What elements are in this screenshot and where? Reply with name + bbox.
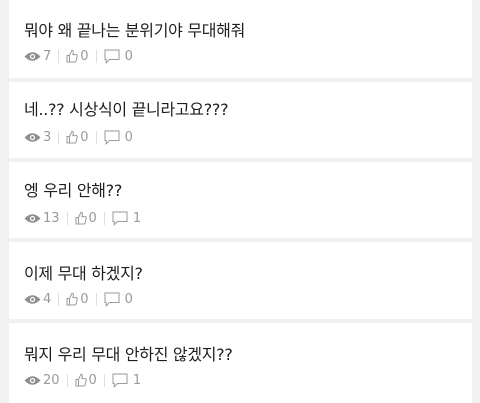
- like-button[interactable]: 0: [75, 373, 97, 388]
- divider: [58, 292, 60, 306]
- post-title[interactable]: 이제 무대 하겠지?: [24, 260, 143, 284]
- like-button[interactable]: 0: [66, 48, 89, 64]
- divider: [95, 292, 97, 306]
- post-meta: 3 0 0: [24, 128, 133, 146]
- post-meta: 7 0 0: [24, 47, 133, 65]
- thumbs-up-icon: [66, 130, 79, 144]
- comment-button[interactable]: 1: [112, 211, 141, 226]
- view-count: 3: [24, 130, 51, 145]
- comment-count-value: 0: [124, 129, 133, 145]
- post-title[interactable]: 뭐지 우리 무대 안하진 않겠지??: [24, 341, 233, 365]
- post-meta: 20 0 1: [24, 371, 141, 389]
- thumbs-up-icon: [75, 211, 87, 225]
- view-count-value: 13: [43, 210, 60, 226]
- post-meta: 4 0 0: [24, 290, 133, 308]
- view-count: 7: [24, 49, 51, 64]
- comment-button[interactable]: 1: [112, 373, 141, 388]
- post-title[interactable]: 네..?? 시상식이 끝니라고요???: [24, 96, 229, 120]
- comment-icon: [112, 211, 128, 226]
- like-button[interactable]: 0: [66, 291, 89, 307]
- like-count-value: 0: [88, 210, 97, 226]
- like-button[interactable]: 0: [75, 211, 97, 226]
- view-count-value: 7: [43, 48, 52, 64]
- post-card[interactable]: 뭐지 우리 무대 안하진 않겠지?? 20 0 1: [9, 323, 472, 403]
- comment-count-value: 1: [132, 372, 142, 388]
- post-card[interactable]: 뭐야 왜 끝나는 분위기야 무대해줘 7 0 0: [9, 0, 472, 78]
- post-card[interactable]: 네..?? 시상식이 끝니라고요??? 3 0 0: [9, 82, 472, 158]
- comment-icon: [104, 49, 120, 64]
- thumbs-up-icon: [66, 49, 79, 63]
- view-count: 13: [24, 211, 60, 226]
- comment-icon: [104, 292, 120, 307]
- eye-icon: [24, 51, 41, 61]
- comment-button[interactable]: 0: [104, 49, 133, 64]
- post-title[interactable]: 뭐야 왜 끝나는 분위기야 무대해줘: [24, 17, 245, 41]
- divider: [66, 211, 68, 225]
- post-card[interactable]: 이제 무대 하겠지? 4 0 0: [9, 242, 472, 319]
- eye-icon: [24, 132, 41, 142]
- view-count-value: 20: [43, 372, 60, 388]
- thumbs-up-icon: [66, 292, 79, 306]
- post-title[interactable]: 엥 우리 안해??: [24, 177, 122, 201]
- eye-icon: [24, 213, 41, 223]
- comment-count-value: 1: [132, 210, 142, 226]
- comment-icon: [112, 373, 128, 388]
- comment-button[interactable]: 0: [104, 292, 133, 307]
- thumbs-up-icon: [75, 373, 87, 387]
- view-count: 20: [24, 373, 60, 388]
- divider: [95, 130, 97, 144]
- like-button[interactable]: 0: [66, 129, 89, 145]
- divider: [66, 373, 68, 387]
- eye-icon: [24, 294, 41, 304]
- view-count-value: 4: [43, 291, 52, 307]
- divider: [58, 130, 60, 144]
- divider: [95, 49, 97, 63]
- view-count-value: 3: [43, 129, 52, 145]
- divider: [103, 211, 105, 225]
- post-card[interactable]: 엥 우리 안해?? 13 0 1: [9, 162, 472, 238]
- post-meta: 13 0 1: [24, 209, 141, 227]
- eye-icon: [24, 375, 41, 385]
- post-feed: 뭐야 왜 끝나는 분위기야 무대해줘 7 0 0 네..?? 시상식이 끝니라고…: [0, 0, 480, 403]
- comment-count-value: 0: [124, 48, 133, 64]
- comment-button[interactable]: 0: [104, 130, 133, 145]
- like-count-value: 0: [88, 372, 97, 388]
- divider: [103, 373, 105, 387]
- view-count: 4: [24, 292, 51, 307]
- comment-icon: [104, 130, 120, 145]
- like-count-value: 0: [80, 48, 89, 64]
- like-count-value: 0: [80, 129, 89, 145]
- divider: [58, 49, 60, 63]
- like-count-value: 0: [80, 291, 89, 307]
- comment-count-value: 0: [124, 291, 133, 307]
